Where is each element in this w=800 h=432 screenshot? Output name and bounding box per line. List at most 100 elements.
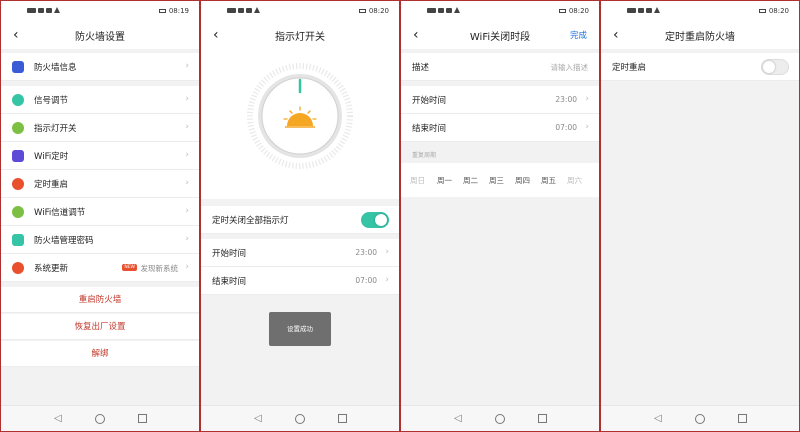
clock-text: 08:20	[568, 7, 589, 15]
panel-divider	[599, 0, 601, 432]
status-clock: 08:20	[758, 7, 789, 15]
weekday-tue[interactable]: 周二	[463, 175, 478, 186]
clock-text: 08:20	[768, 7, 789, 15]
nav-home-icon[interactable]	[295, 414, 305, 424]
auto-off-toggle[interactable]	[361, 212, 389, 228]
nav-bar: ‹ 定时重启防火墙	[601, 21, 799, 49]
menu-item-wifi-channel[interactable]: WiFi信道调节 ›	[1, 198, 199, 226]
system-nav-bar: ◁	[401, 405, 599, 431]
screen-wifi-off-period: 08:20 ‹ WiFi关闭时段 完成 描述 请输入描述 开始时间 23:00 …	[401, 1, 599, 431]
nav-bar: ‹ 指示灯开关	[201, 21, 399, 49]
wifi-icon	[654, 7, 660, 13]
menu-item-signal-adjust[interactable]: 信号调节 ›	[1, 86, 199, 114]
done-button[interactable]: 完成	[570, 29, 587, 41]
description-row[interactable]: 描述 请输入描述	[401, 53, 599, 81]
menu-item-indicator-light[interactable]: 指示灯开关 ›	[1, 114, 199, 142]
timed-restart-icon	[12, 178, 24, 190]
chevron-right-icon: ›	[185, 150, 189, 160]
nav-home-icon[interactable]	[695, 414, 705, 424]
restart-firewall-button[interactable]: 重启防火墙	[1, 287, 199, 313]
chevron-right-icon: ›	[185, 94, 189, 104]
description-input[interactable]: 请输入描述	[551, 62, 589, 73]
weekday-thu[interactable]: 周四	[515, 175, 530, 186]
factory-reset-button[interactable]: 恢复出厂设置	[1, 314, 199, 340]
battery-icon	[558, 9, 566, 13]
signal-icon	[438, 7, 444, 13]
indicator-light-icon	[12, 122, 24, 134]
new-badge: NEW	[122, 264, 137, 271]
signal-icon	[38, 7, 44, 13]
repeat-cycle-label: 重复周期	[412, 152, 437, 159]
weekday-selector: 周日 周一 周二 周三 周四 周五 周六	[401, 163, 599, 197]
menu-item-system-update[interactable]: 系统更新 NEW 发现新系统 ›	[1, 254, 199, 282]
clock-text: 08:20	[368, 7, 389, 15]
description-label: 描述	[412, 63, 430, 73]
end-time-value: 07:00	[355, 276, 377, 285]
toggle-label: 定时重启	[612, 63, 647, 73]
indicator-dial	[201, 49, 399, 199]
page-title: 指示灯开关	[275, 32, 325, 43]
nav-home-icon[interactable]	[495, 414, 505, 424]
nav-home-icon[interactable]	[95, 414, 105, 424]
nav-back-icon[interactable]: ◁	[254, 414, 262, 424]
end-time-row[interactable]: 结束时间 07:00 ›	[201, 267, 399, 295]
battery-icon	[358, 9, 366, 13]
status-clock: 08:20	[358, 7, 389, 15]
signal-adjust-icon	[12, 94, 24, 106]
firewall-info-icon	[12, 61, 24, 73]
system-nav-bar: ◁	[201, 405, 399, 431]
update-status-text: 发现新系统	[140, 264, 179, 273]
weekday-sat[interactable]: 周六	[567, 175, 582, 186]
sim-icon	[427, 7, 436, 13]
wifi-timer-icon	[12, 150, 24, 162]
toggle-knob	[375, 214, 387, 226]
chevron-right-icon: ›	[185, 122, 189, 132]
chevron-right-icon: ›	[385, 247, 389, 257]
menu-item-label: 信号调节	[34, 96, 69, 106]
unbind-button[interactable]: 解绑	[1, 341, 199, 367]
nav-back-icon[interactable]: ◁	[54, 414, 62, 424]
nav-back-icon[interactable]: ◁	[454, 414, 462, 424]
nav-recents-icon[interactable]	[338, 414, 347, 423]
end-time-row[interactable]: 结束时间 07:00 ›	[401, 114, 599, 142]
signal-icon	[446, 7, 452, 13]
weekday-wed[interactable]: 周三	[489, 175, 504, 186]
menu-item-wifi-timer[interactable]: WiFi定时 ›	[1, 142, 199, 170]
end-time-label: 结束时间	[412, 124, 447, 134]
menu-item-label: 定时重启	[34, 180, 69, 190]
system-nav-bar: ◁	[601, 405, 799, 431]
screen-timed-restart: 08:20 ‹ 定时重启防火墙 定时重启 ◁	[601, 1, 799, 431]
dial-graphic	[247, 63, 353, 169]
timed-restart-toggle[interactable]	[761, 59, 789, 75]
nav-recents-icon[interactable]	[738, 414, 747, 423]
page-title: 防火墙设置	[75, 32, 125, 43]
menu-item-firewall-info[interactable]: 防火墙信息 ›	[1, 53, 199, 81]
toggle-label: 定时关闭全部指示灯	[212, 216, 289, 226]
start-time-value: 23:00	[355, 248, 377, 257]
menu-item-timed-restart[interactable]: 定时重启 ›	[1, 170, 199, 198]
status-icons	[427, 7, 460, 13]
toggle-knob	[763, 61, 775, 73]
sim-icon	[627, 7, 636, 13]
menu-item-admin-password[interactable]: 防火墙管理密码 ›	[1, 226, 199, 254]
start-time-row[interactable]: 开始时间 23:00 ›	[401, 86, 599, 114]
sim-icon	[27, 7, 36, 13]
wifi-channel-icon	[12, 206, 24, 218]
system-update-icon	[12, 262, 24, 274]
panel-divider	[199, 0, 201, 432]
chevron-right-icon: ›	[185, 178, 189, 188]
status-icons	[227, 7, 260, 13]
nav-recents-icon[interactable]	[538, 414, 547, 423]
nav-recents-icon[interactable]	[138, 414, 147, 423]
menu-item-label: 防火墙信息	[34, 63, 77, 73]
weekday-fri[interactable]: 周五	[541, 175, 556, 186]
toggle-row-all-lights-off: 定时关闭全部指示灯	[201, 206, 399, 234]
weekday-mon[interactable]: 周一	[437, 175, 452, 186]
nav-bar: ‹ 防火墙设置	[1, 21, 199, 49]
start-time-row[interactable]: 开始时间 23:00 ›	[201, 239, 399, 267]
nav-back-icon[interactable]: ◁	[654, 414, 662, 424]
end-time-value: 07:00	[555, 123, 577, 132]
weekday-sun[interactable]: 周日	[410, 175, 425, 186]
chevron-right-icon: ›	[385, 275, 389, 285]
chevron-right-icon: ›	[185, 234, 189, 244]
